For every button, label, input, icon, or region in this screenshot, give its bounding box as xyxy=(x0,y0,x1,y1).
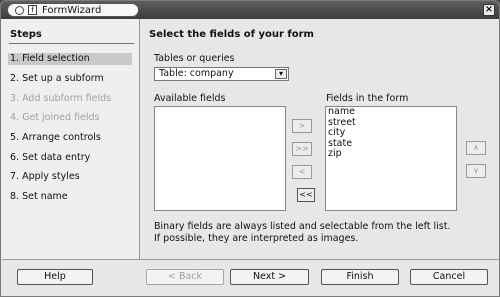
add-all-fields-button[interactable]: >> xyxy=(292,142,312,156)
steps-header: Steps xyxy=(10,29,42,40)
chevron-down-icon[interactable]: ▾ xyxy=(275,69,287,79)
tables-label: Tables or queries xyxy=(154,53,235,64)
list-item[interactable]: street xyxy=(326,117,456,129)
info-line: Binary fields are always listed and sele… xyxy=(154,221,451,232)
cancel-button[interactable]: Cancel xyxy=(410,269,488,285)
step-get-joined-fields[interactable]: 4. Get joined fields xyxy=(10,112,134,124)
list-item[interactable]: zip xyxy=(326,148,456,160)
remove-field-button[interactable]: < xyxy=(292,165,312,179)
steps-panel: Steps 1. Field selection 2. Set up a sub… xyxy=(2,19,140,259)
step-set-name[interactable]: 8. Set name xyxy=(10,191,134,203)
binary-fields-info: Binary fields are always listed and sele… xyxy=(154,221,450,244)
info-line: If possible, they are interpreted as ima… xyxy=(154,232,359,244)
step-apply-styles[interactable]: 7. Apply styles xyxy=(10,171,134,183)
list-item[interactable]: state xyxy=(326,138,456,150)
step-arrange-controls[interactable]: 5. Arrange controls xyxy=(10,132,134,144)
close-icon[interactable]: × xyxy=(483,4,495,16)
table-select[interactable]: Table: company ▾ xyxy=(154,67,289,81)
app-icon: f xyxy=(28,5,37,15)
help-button[interactable]: Help xyxy=(17,269,93,285)
available-fields-label: Available fields xyxy=(154,93,226,104)
chevron-down-icon: ∨ xyxy=(473,166,479,175)
move-up-button[interactable]: ∧ xyxy=(466,141,486,155)
back-button[interactable]: < Back xyxy=(146,269,224,285)
available-fields-list[interactable] xyxy=(154,106,286,211)
list-item[interactable]: name xyxy=(326,106,456,118)
chevron-up-icon: ∧ xyxy=(473,143,479,152)
next-button[interactable]: Next > xyxy=(230,269,309,285)
page-title: Select the fields of your form xyxy=(149,29,314,40)
window-menu-icon[interactable] xyxy=(15,6,24,15)
remove-all-fields-button[interactable]: << xyxy=(297,188,315,202)
table-select-value: Table: company xyxy=(159,68,234,79)
form-fields-list[interactable]: name street city state zip xyxy=(325,106,457,211)
step-set-data-entry[interactable]: 6. Set data entry xyxy=(10,152,134,164)
add-field-button[interactable]: > xyxy=(292,119,312,133)
list-item[interactable]: city xyxy=(326,127,456,139)
form-wizard-window: f FormWizard × Steps 1. Field selection … xyxy=(0,0,500,297)
fields-in-form-label: Fields in the form xyxy=(326,93,409,104)
button-bar: Help < Back Next > Finish Cancel xyxy=(2,259,499,296)
move-down-button[interactable]: ∨ xyxy=(466,164,486,178)
step-field-selection[interactable]: 1. Field selection xyxy=(8,53,132,65)
step-set-up-subform[interactable]: 2. Set up a subform xyxy=(10,73,134,85)
finish-button[interactable]: Finish xyxy=(321,269,399,285)
title-bar[interactable]: f FormWizard × xyxy=(1,1,499,19)
title-pill: f FormWizard xyxy=(7,3,139,17)
steps-divider xyxy=(9,43,134,44)
window-title: FormWizard xyxy=(42,5,102,16)
step-add-subform-fields[interactable]: 3. Add subform fields xyxy=(10,93,134,105)
